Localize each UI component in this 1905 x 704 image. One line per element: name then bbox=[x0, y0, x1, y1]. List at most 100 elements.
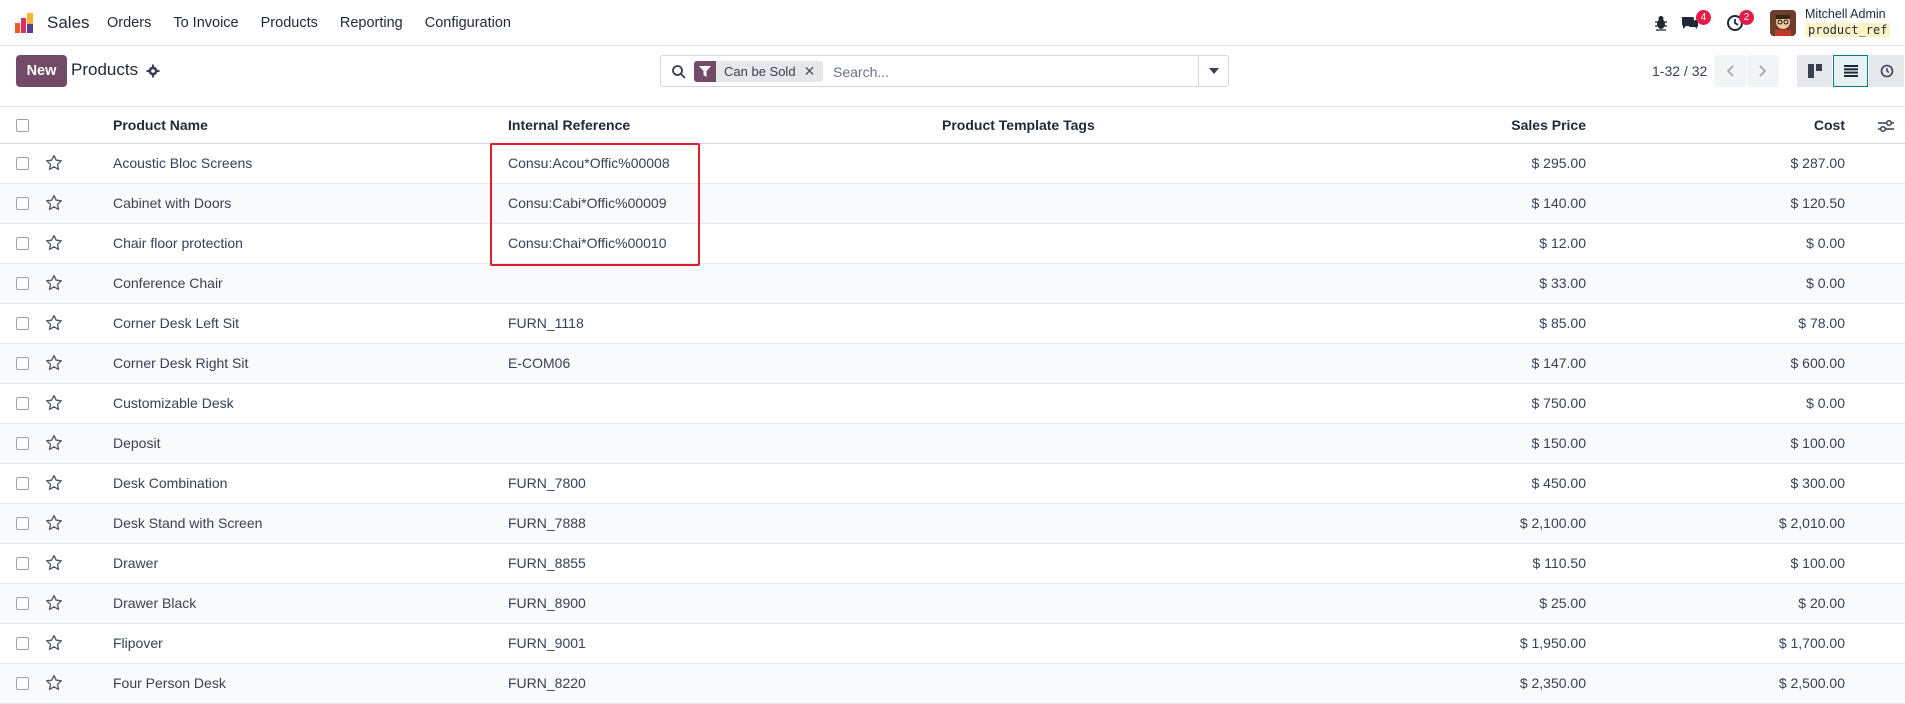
row-checkbox[interactable] bbox=[16, 237, 29, 250]
menu-products[interactable]: Products bbox=[261, 15, 318, 31]
cell-sales-price[interactable]: $ 147.00 bbox=[1440, 355, 1587, 371]
cell-product-name[interactable]: Drawer Black bbox=[113, 595, 196, 611]
cell-sales-price[interactable]: $ 2,350.00 bbox=[1440, 675, 1586, 691]
cell-internal-reference[interactable]: FURN_1118 bbox=[508, 315, 584, 331]
star-icon[interactable] bbox=[45, 394, 63, 412]
row-checkbox[interactable] bbox=[16, 397, 29, 410]
star-icon[interactable] bbox=[45, 314, 63, 332]
gear-icon[interactable] bbox=[146, 64, 160, 78]
cell-sales-price[interactable]: $ 1,950.00 bbox=[1440, 635, 1586, 651]
cell-internal-reference[interactable]: FURN_8900 bbox=[508, 595, 586, 611]
cell-product-name[interactable]: Corner Desk Left Sit bbox=[113, 315, 239, 331]
cell-product-name[interactable]: Desk Stand with Screen bbox=[113, 515, 262, 531]
user-avatar[interactable] bbox=[1770, 10, 1796, 36]
table-row[interactable]: Desk Stand with Screen FURN_7888 $ 2,100.0… bbox=[0, 504, 1905, 544]
cell-internal-reference[interactable]: FURN_9001 bbox=[508, 635, 586, 651]
pager-previous-button[interactable] bbox=[1714, 55, 1746, 87]
cell-cost[interactable]: $ 0.00 bbox=[1700, 395, 1845, 411]
row-checkbox[interactable] bbox=[16, 477, 29, 490]
row-checkbox[interactable] bbox=[16, 517, 29, 530]
row-checkbox[interactable] bbox=[16, 637, 29, 650]
cell-product-name[interactable]: Corner Desk Right Sit bbox=[113, 355, 248, 371]
cell-cost[interactable]: $ 2,010.00 bbox=[1700, 515, 1845, 531]
cell-sales-price[interactable]: $ 12.00 bbox=[1440, 235, 1586, 251]
cell-cost[interactable]: $ 0.00 bbox=[1700, 235, 1845, 251]
search-input[interactable] bbox=[833, 62, 1123, 82]
menu-to-invoice[interactable]: To Invoice bbox=[173, 15, 238, 31]
cell-sales-price[interactable]: $ 295.00 bbox=[1440, 155, 1587, 171]
star-icon[interactable] bbox=[45, 514, 63, 532]
cell-cost[interactable]: $ 0.00 bbox=[1700, 275, 1845, 291]
table-row[interactable]: Drawer Black FURN_8900 $ 25.00 $ 20.00 bbox=[0, 584, 1905, 624]
table-row[interactable]: Cabinet with Doors Consu:Cabi*Offic%00009… bbox=[0, 184, 1905, 224]
row-checkbox[interactable] bbox=[16, 557, 29, 570]
cell-internal-reference[interactable]: Consu:Acou*Offic%00008 bbox=[508, 155, 670, 171]
header-internal-reference[interactable]: Internal Reference bbox=[508, 117, 630, 133]
star-icon[interactable] bbox=[45, 434, 63, 452]
cell-product-name[interactable]: Flipover bbox=[113, 635, 163, 651]
cell-product-name[interactable]: Conference Chair bbox=[113, 275, 223, 291]
search-icon[interactable] bbox=[671, 64, 687, 80]
pager-next-button[interactable] bbox=[1747, 55, 1779, 87]
cell-internal-reference[interactable]: FURN_8220 bbox=[508, 675, 586, 691]
row-checkbox[interactable] bbox=[16, 437, 29, 450]
header-cost[interactable]: Cost bbox=[1700, 117, 1845, 133]
row-checkbox[interactable] bbox=[16, 197, 29, 210]
select-all-checkbox[interactable] bbox=[16, 119, 29, 132]
star-icon[interactable] bbox=[45, 354, 63, 372]
cell-internal-reference[interactable]: Consu:Chai*Offic%00010 bbox=[508, 235, 667, 251]
pager-value[interactable]: 1-32 / 32 bbox=[1652, 63, 1707, 79]
cell-cost[interactable]: $ 20.00 bbox=[1700, 595, 1845, 611]
table-row[interactable]: Desk Combination FURN_7800 $ 450.00 $ 300.0… bbox=[0, 464, 1905, 504]
cell-cost[interactable]: $ 2,500.00 bbox=[1700, 675, 1845, 691]
cell-product-name[interactable]: Desk Combination bbox=[113, 475, 227, 491]
app-name[interactable]: Sales bbox=[47, 13, 90, 33]
table-row[interactable]: Deposit $ 150.00 $ 100.00 bbox=[0, 424, 1905, 464]
header-product-template-tags[interactable]: Product Template Tags bbox=[942, 117, 1095, 133]
table-row[interactable]: Four Person Desk FURN_8220 $ 2,350.00 $ 2,5… bbox=[0, 664, 1905, 704]
star-icon[interactable] bbox=[45, 274, 63, 292]
cell-product-name[interactable]: Chair floor protection bbox=[113, 235, 243, 251]
cell-cost[interactable]: $ 1,700.00 bbox=[1700, 635, 1845, 651]
table-row[interactable]: Acoustic Bloc Screens Consu:Acou*Offic%00… bbox=[0, 144, 1905, 184]
star-icon[interactable] bbox=[45, 594, 63, 612]
menu-configuration[interactable]: Configuration bbox=[425, 15, 511, 31]
menu-reporting[interactable]: Reporting bbox=[340, 15, 403, 31]
cell-product-name[interactable]: Cabinet with Doors bbox=[113, 195, 231, 211]
cell-sales-price[interactable]: $ 33.00 bbox=[1440, 275, 1586, 291]
cell-product-name[interactable]: Drawer bbox=[113, 555, 158, 571]
table-row[interactable]: Flipover FURN_9001 $ 1,950.00 $ 1,700.00 bbox=[0, 624, 1905, 664]
cell-cost[interactable]: $ 300.00 bbox=[1700, 475, 1846, 491]
debug-bug-icon[interactable] bbox=[1652, 14, 1670, 32]
activity-view-button[interactable] bbox=[1869, 55, 1904, 87]
row-checkbox[interactable] bbox=[16, 277, 29, 290]
star-icon[interactable] bbox=[45, 234, 63, 252]
table-row[interactable]: Corner Desk Left Sit FURN_1118 $ 85.00 $ 78… bbox=[0, 304, 1905, 344]
table-row[interactable]: Conference Chair $ 33.00 $ 0.00 bbox=[0, 264, 1905, 304]
table-row[interactable]: Customizable Desk $ 750.00 $ 0.00 bbox=[0, 384, 1905, 424]
new-button[interactable]: New bbox=[16, 55, 67, 87]
cell-sales-price[interactable]: $ 150.00 bbox=[1440, 435, 1587, 451]
row-checkbox[interactable] bbox=[16, 597, 29, 610]
cell-product-name[interactable]: Acoustic Bloc Screens bbox=[113, 155, 252, 171]
cell-cost[interactable]: $ 100.00 bbox=[1700, 435, 1846, 451]
cell-product-name[interactable]: Customizable Desk bbox=[113, 395, 234, 411]
table-row[interactable]: Chair floor protection Consu:Chai*Offic%0… bbox=[0, 224, 1905, 264]
star-icon[interactable] bbox=[45, 674, 63, 692]
cell-sales-price[interactable]: $ 85.00 bbox=[1440, 315, 1586, 331]
star-icon[interactable] bbox=[45, 194, 63, 212]
header-sales-price[interactable]: Sales Price bbox=[1440, 117, 1586, 133]
star-icon[interactable] bbox=[45, 554, 63, 572]
cell-cost[interactable]: $ 100.00 bbox=[1700, 555, 1846, 571]
cell-product-name[interactable]: Deposit bbox=[113, 435, 160, 451]
cell-internal-reference[interactable]: E-COM06 bbox=[508, 355, 570, 371]
kanban-view-button[interactable] bbox=[1797, 55, 1832, 87]
cell-cost[interactable]: $ 600.00 bbox=[1700, 355, 1846, 371]
row-checkbox[interactable] bbox=[16, 317, 29, 330]
cell-cost[interactable]: $ 120.50 bbox=[1700, 195, 1846, 211]
user-name[interactable]: Mitchell Admin bbox=[1805, 7, 1886, 21]
cell-sales-price[interactable]: $ 2,100.00 bbox=[1440, 515, 1586, 531]
cell-product-name[interactable]: Four Person Desk bbox=[113, 675, 226, 691]
cell-sales-price[interactable]: $ 140.00 bbox=[1440, 195, 1587, 211]
cell-internal-reference[interactable]: FURN_7888 bbox=[508, 515, 586, 531]
